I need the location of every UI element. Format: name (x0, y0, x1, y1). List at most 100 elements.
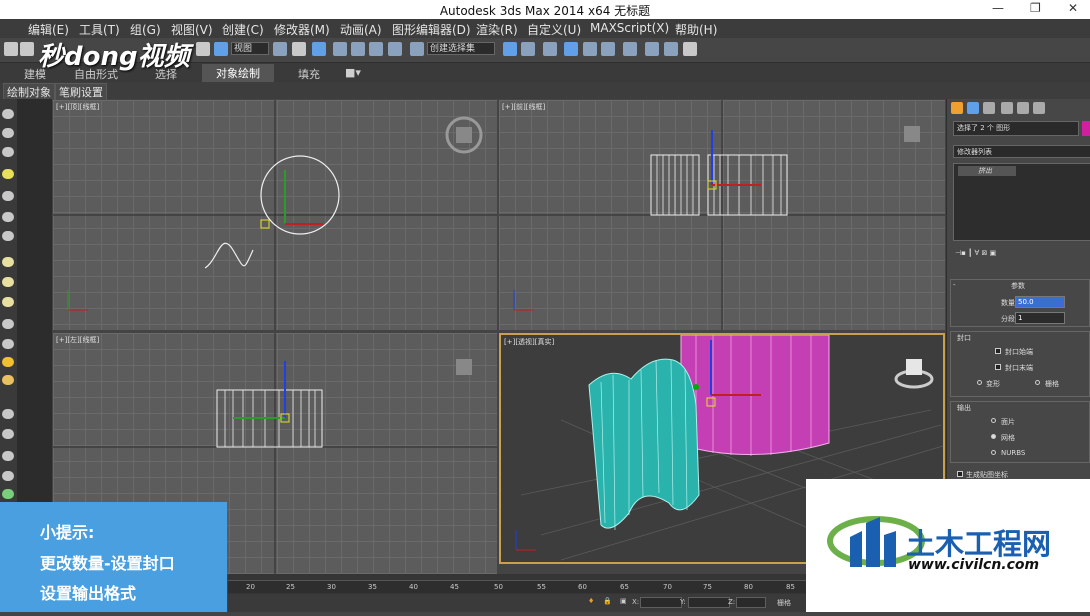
align-icon[interactable] (521, 42, 535, 56)
tick-label: 35 (368, 583, 377, 591)
selection-name-field[interactable]: 选择了 2 个 图形 (953, 121, 1079, 136)
select-object-icon[interactable] (214, 42, 228, 56)
grid-radio[interactable] (1035, 380, 1040, 385)
edit-named-sel-icon[interactable] (410, 42, 424, 56)
brush-settings-panel[interactable]: 笔刷设置 (55, 83, 107, 101)
menu-rendering[interactable]: 渲染(R) (476, 21, 518, 38)
layer-icon[interactable] (543, 42, 557, 56)
render-setup-icon[interactable] (645, 42, 659, 56)
restore-button[interactable]: ❐ (1030, 1, 1041, 15)
pin-stack-icon[interactable]: ⊣▪ ┃ ∀ ⊠ ▣ (955, 249, 996, 257)
collapse-toggle[interactable]: - (953, 281, 956, 289)
tool-icon-17[interactable] (2, 451, 14, 461)
tool-icon-16[interactable] (2, 429, 14, 439)
segments-spinner[interactable]: 1 (1015, 312, 1065, 324)
tick-label: 50 (494, 583, 503, 591)
material-editor-icon[interactable] (623, 42, 637, 56)
motion-tab-icon[interactable] (1001, 102, 1013, 114)
z-coord-field[interactable] (736, 597, 766, 608)
tool-icon-11[interactable] (2, 319, 14, 329)
menu-modifiers[interactable]: 修改器(M) (274, 21, 330, 38)
nurbs-radio[interactable] (991, 450, 996, 455)
viewport-front[interactable]: [+][前][线框] (499, 100, 945, 330)
percent-snap-icon[interactable] (369, 42, 383, 56)
minimize-button[interactable]: — (992, 1, 1004, 15)
light-tool-icon[interactable] (2, 169, 14, 179)
display-tab-icon[interactable] (1017, 102, 1029, 114)
gen-map-coords-checkbox[interactable] (957, 471, 963, 477)
menu-create[interactable]: 创建(C) (222, 21, 264, 38)
mesh-radio[interactable] (991, 434, 996, 439)
mirror-icon[interactable] (503, 42, 517, 56)
undo-icon[interactable] (196, 42, 210, 56)
graphite-icon[interactable] (564, 42, 578, 56)
menu-graph-editors[interactable]: 图形编辑器(D) (392, 21, 471, 38)
tab-populate[interactable]: 填充 (298, 66, 320, 82)
sun-icon[interactable] (2, 357, 14, 367)
key-icon[interactable]: ♦ (588, 597, 594, 605)
unlink-icon[interactable] (20, 42, 34, 56)
render-icon[interactable] (683, 42, 697, 56)
patch-label: 面片 (1001, 418, 1015, 426)
tool-icon-19[interactable] (2, 489, 14, 499)
angle-snap-icon[interactable] (351, 42, 365, 56)
reference-coord-select[interactable]: 视图 (231, 42, 269, 55)
pivot-icon[interactable] (273, 42, 287, 56)
tick-label: 25 (286, 583, 295, 591)
spinner-snap-icon[interactable] (388, 42, 402, 56)
tool-icon-10[interactable] (2, 297, 14, 307)
link-icon[interactable] (4, 42, 18, 56)
modifier-stack[interactable]: 挤出 (953, 163, 1090, 241)
top-viewport-scene (53, 100, 497, 330)
tool-icon-3[interactable] (2, 147, 14, 157)
tick-label: 20 (246, 583, 255, 591)
modify-tab-icon[interactable] (967, 102, 979, 114)
menu-help[interactable]: 帮助(H) (675, 21, 717, 38)
named-selection-set[interactable]: 创建选择集 (427, 42, 495, 55)
stack-item-extrude[interactable]: 挤出 (958, 166, 1016, 176)
tick-label: 45 (450, 583, 459, 591)
tab-object-paint[interactable]: 对象绘制 (202, 64, 274, 82)
y-coord-field[interactable] (688, 597, 730, 608)
menu-maxscript[interactable]: MAXScript(X) (590, 21, 669, 35)
lock-icon[interactable]: 🔒 (603, 597, 612, 605)
menu-customize[interactable]: 自定义(U) (527, 21, 581, 38)
amount-spinner[interactable]: 50.0 (1015, 296, 1065, 308)
tool-icon-18[interactable] (2, 471, 14, 481)
tool-icon-7[interactable] (2, 231, 14, 241)
patch-radio[interactable] (991, 418, 996, 423)
curve-editor-icon[interactable] (583, 42, 597, 56)
tool-icon-5[interactable] (2, 191, 14, 201)
output-title: 输出 (957, 404, 971, 412)
render-frame-icon[interactable] (664, 42, 678, 56)
tool-icon-2[interactable] (2, 128, 14, 138)
tool-icon-8[interactable] (2, 257, 14, 267)
modifier-list-dropdown[interactable]: 修改器列表 (953, 145, 1090, 158)
tool-icon-6[interactable] (2, 212, 14, 222)
move-icon[interactable] (292, 42, 306, 56)
tip-title: 小提示: (40, 523, 95, 542)
rotate-icon[interactable] (312, 42, 326, 56)
cap-end-checkbox[interactable] (995, 364, 1001, 370)
time-ruler[interactable]: 20 25 30 35 40 45 50 55 60 65 70 75 80 8… (228, 580, 806, 593)
tool-icon-9[interactable] (2, 277, 14, 287)
x-coord-field[interactable] (640, 597, 682, 608)
tool-icon-12[interactable] (2, 339, 14, 349)
hierarchy-tab-icon[interactable] (983, 102, 995, 114)
object-color-swatch[interactable] (1082, 121, 1090, 136)
viewport-top[interactable]: [+][顶][线框] (53, 100, 497, 330)
snap-icon[interactable] (333, 42, 347, 56)
ribbon-options-icon[interactable]: ■▾ (345, 66, 361, 79)
menu-animation[interactable]: 动画(A) (340, 21, 382, 38)
morph-radio[interactable] (977, 380, 982, 385)
utilities-tab-icon[interactable] (1033, 102, 1045, 114)
tool-icon-15[interactable] (2, 409, 14, 419)
abs-mode-icon[interactable]: ▣ (620, 597, 627, 605)
tool-icon-14[interactable] (2, 375, 14, 385)
cap-start-checkbox[interactable] (995, 348, 1001, 354)
schematic-view-icon[interactable] (601, 42, 615, 56)
create-tab-icon[interactable] (951, 102, 963, 114)
tool-icon-1[interactable] (2, 109, 14, 119)
timeline[interactable]: 20 25 30 35 40 45 50 55 60 65 70 75 80 8… (228, 574, 806, 612)
close-button[interactable]: ✕ (1068, 1, 1078, 15)
